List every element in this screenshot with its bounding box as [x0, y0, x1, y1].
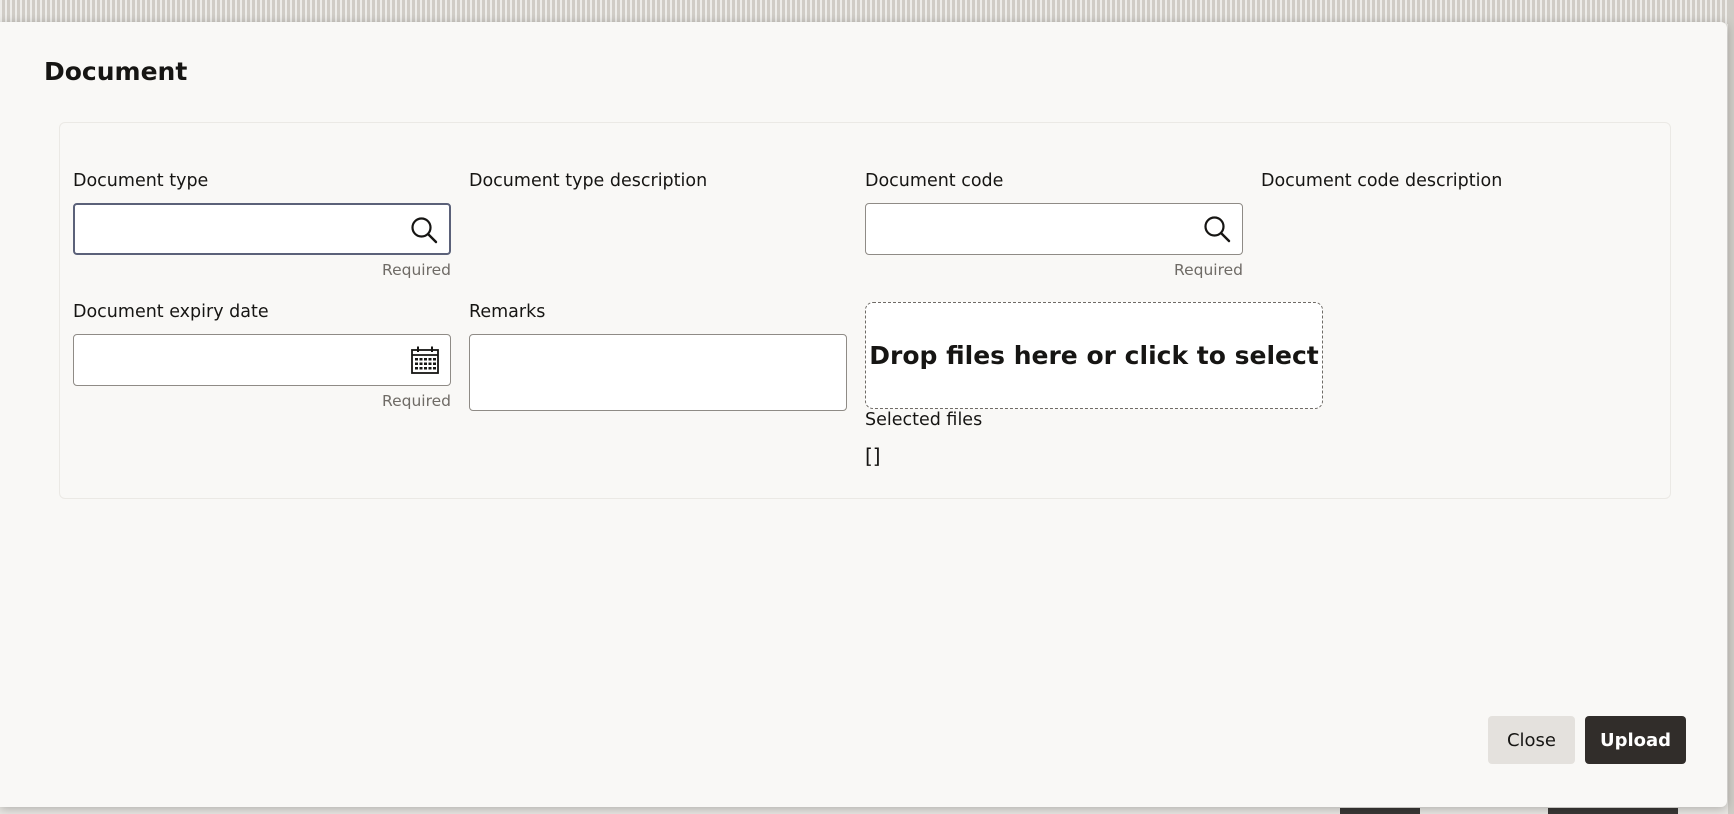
- backdrop-element: [1340, 808, 1420, 814]
- remarks-label: Remarks: [469, 302, 546, 322]
- document-expiry-date-required-hint: Required: [382, 392, 451, 410]
- calendar-icon[interactable]: [410, 345, 440, 375]
- file-dropzone[interactable]: Drop files here or click to select: [865, 302, 1323, 409]
- file-dropzone-prompt: Drop files here or click to select: [869, 341, 1319, 370]
- document-type-input[interactable]: [73, 203, 451, 255]
- document-expiry-date-label: Document expiry date: [73, 302, 269, 322]
- document-code-description-label: Document code description: [1261, 171, 1503, 191]
- close-button[interactable]: Close: [1488, 716, 1575, 764]
- document-form-panel: Document type Required Document type des…: [59, 122, 1671, 499]
- backdrop-page: [0, 0, 1734, 24]
- remarks-textarea[interactable]: [469, 334, 847, 411]
- document-type-label: Document type: [73, 171, 209, 191]
- document-expiry-date-input[interactable]: [73, 334, 451, 386]
- document-type-required-hint: Required: [382, 261, 451, 279]
- document-code-required-hint: Required: [1174, 261, 1243, 279]
- document-dialog: Document Document type Required Document…: [0, 22, 1727, 807]
- document-code-label: Document code: [865, 171, 1004, 191]
- dialog-title: Document: [44, 57, 188, 86]
- selected-files-label: Selected files: [865, 410, 983, 430]
- upload-button[interactable]: Upload: [1585, 716, 1686, 764]
- backdrop-element: [1548, 808, 1678, 814]
- backdrop-scroll-edge: [1728, 0, 1734, 814]
- search-icon[interactable]: [409, 215, 439, 245]
- search-icon[interactable]: [1202, 214, 1232, 244]
- document-type-description-label: Document type description: [469, 171, 708, 191]
- selected-files-value: []: [865, 444, 881, 468]
- document-code-input[interactable]: [865, 203, 1243, 255]
